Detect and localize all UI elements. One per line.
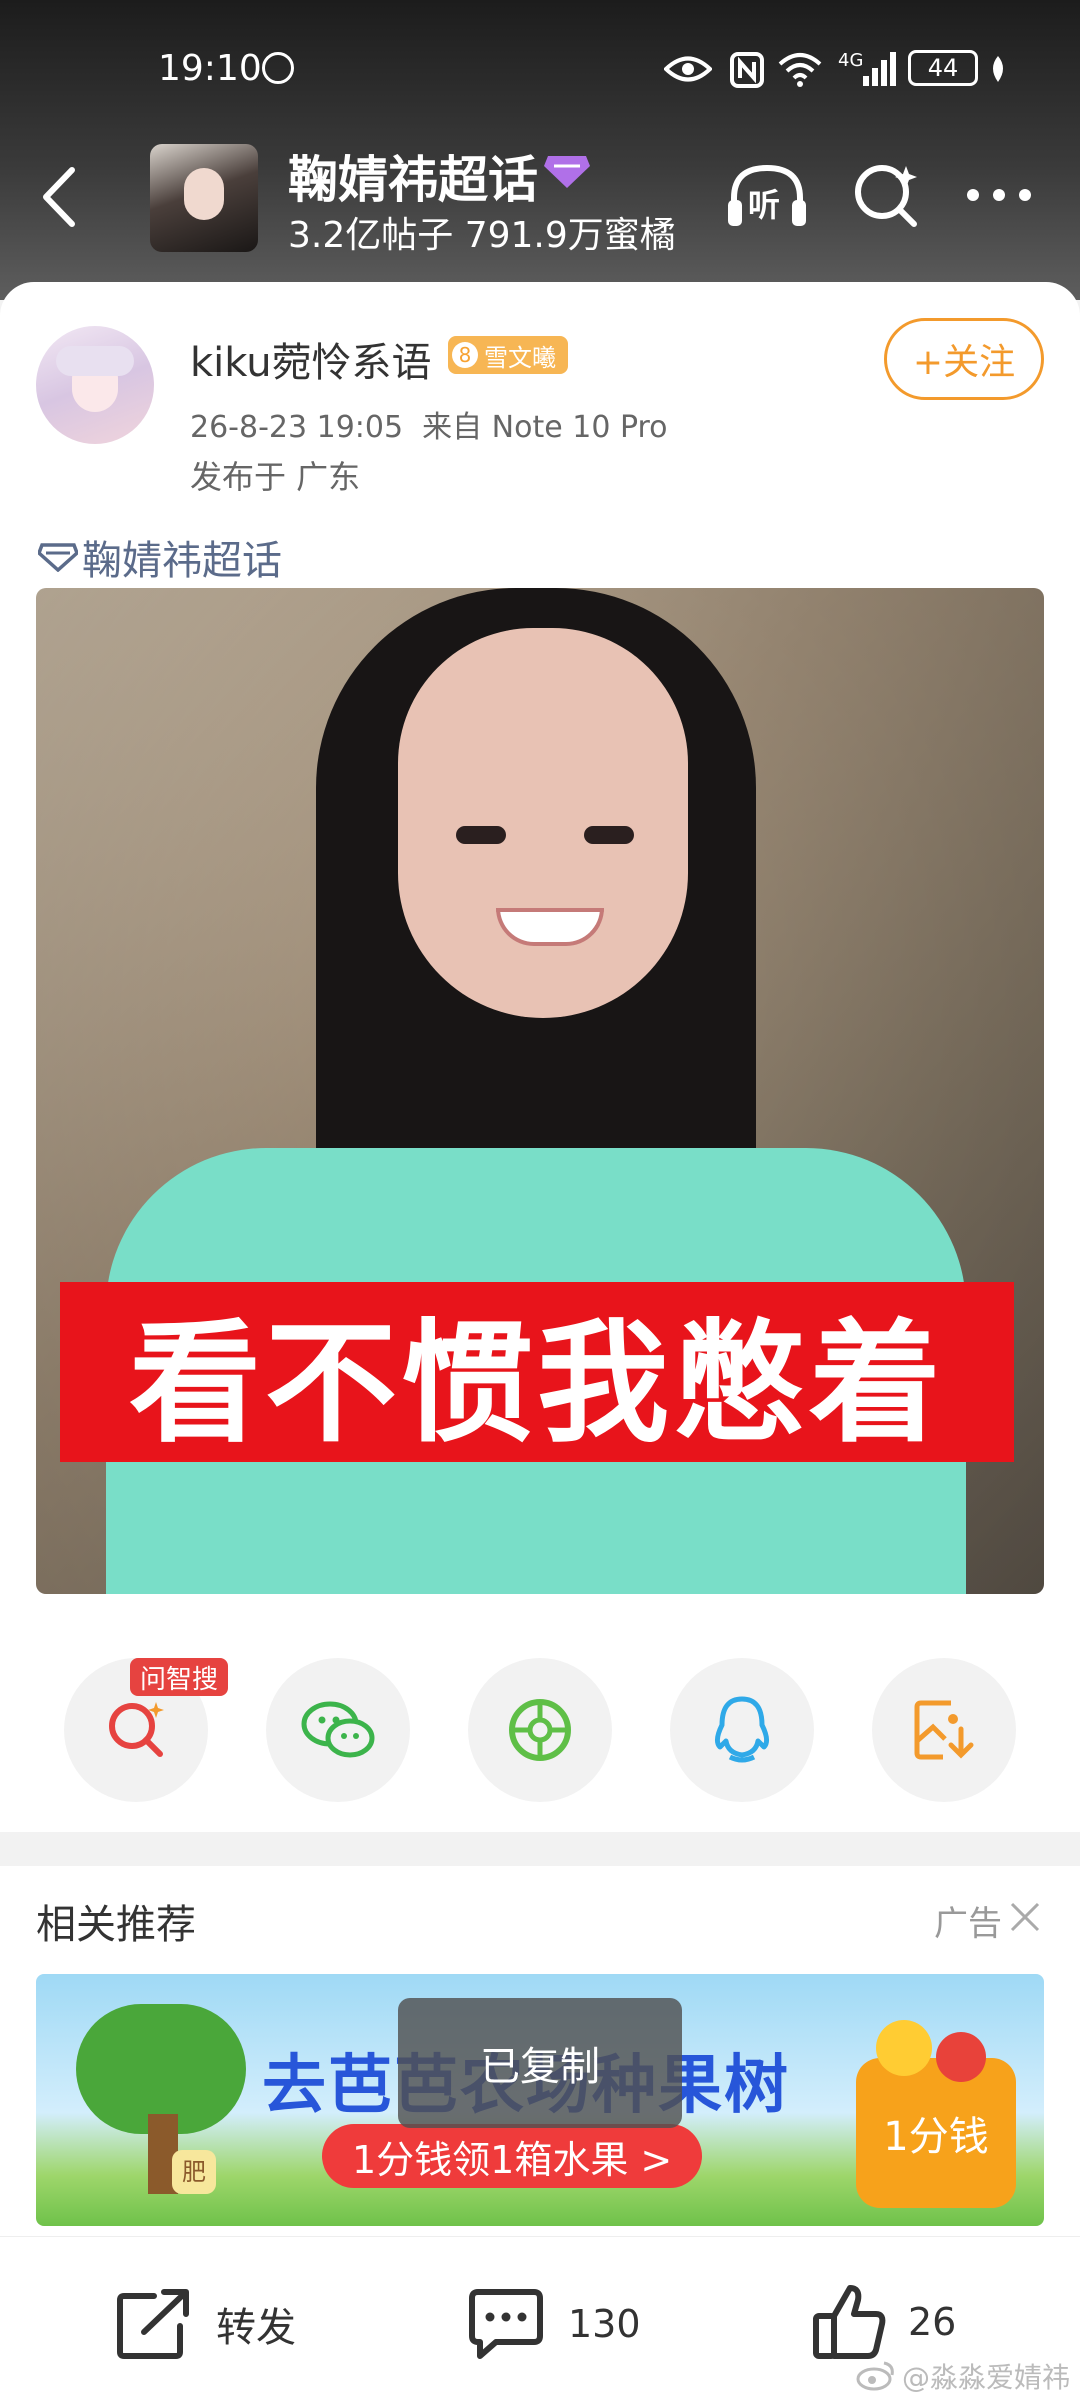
post-location: 发布于 广东 [190,458,361,496]
orange-fruit-icon [876,2020,932,2076]
like-count: 26 [908,2300,957,2344]
more-options-icon[interactable] [964,186,1034,208]
badge-text: 雪文曦 [484,343,556,372]
image-caption-bar: 看不惯我憋着 [60,1282,1014,1462]
eye-icon [663,54,713,88]
qq-icon [714,1696,770,1763]
follow-button[interactable]: +关注 [884,318,1044,400]
share-moments-button[interactable] [468,1658,612,1802]
save-image-icon [914,1700,974,1760]
ad-cta-button[interactable]: 1分钱领1箱水果 > [322,2124,703,2188]
listen-button[interactable]: 听 [726,160,808,232]
save-image-button[interactable] [872,1658,1016,1802]
signal-icon [862,50,898,92]
leaf-icon [988,54,1008,88]
ad-label: 广告 [934,1904,1002,1944]
close-ad-icon[interactable] [1008,1900,1042,1938]
supertopic-avatar[interactable] [150,144,258,252]
ai-search-icon [109,1702,164,1757]
post-meta: 26-8-23 19:05 来自 Note 10 Pro [190,410,668,445]
topic-link[interactable]: 鞠婧祎超话 [38,528,282,586]
comment-button[interactable]: 130 [466,2286,641,2362]
comment-icon [469,2289,543,2359]
related-title: 相关推荐 [36,1902,196,1948]
topic-diamond-icon [38,543,78,572]
photo-face [398,628,688,1018]
watermark: @淼淼爱婧祎 [856,2356,1070,2396]
copied-toast: 已复制 [398,1998,682,2128]
thumbs-up-icon [813,2285,886,2359]
status-time: 19:10 [158,48,262,89]
user-avatar[interactable] [36,326,154,444]
topic-label: 鞠婧祎超话 [82,538,282,584]
search-icon[interactable] [852,160,922,234]
repost-button[interactable]: 转发 [114,2286,296,2362]
repost-icon [117,2289,189,2359]
comment-count: 130 [568,2302,641,2346]
back-button[interactable] [36,164,82,234]
apple-fruit-icon [936,2032,986,2082]
fan-level-badge: 8 雪文曦 [448,336,568,374]
weibo-logo-icon [856,2361,894,2391]
listen-label: 听 [748,186,781,224]
ad-price-tag: 1分钱 [856,2058,1016,2208]
diamond-badge-icon [542,152,592,194]
moments-icon [509,1699,571,1761]
image-caption: 看不惯我憋着 [129,1306,945,1461]
supertopic-stats: 3.2亿帖子 791.9万蜜橘 [288,215,676,256]
supertopic-title[interactable]: 鞠婧祎超话 [288,140,538,212]
like-button[interactable]: 26 [812,2282,956,2362]
watermark-text: @淼淼爱婧祎 [902,2361,1071,2394]
notification-icon [262,52,294,84]
username[interactable]: kiku菀怜系语 [190,330,432,388]
share-wechat-button[interactable] [266,1658,410,1802]
repost-label: 转发 [216,2305,296,2351]
wifi-icon [776,50,824,92]
wechat-icon [301,1701,375,1758]
fertilizer-icon: 肥 [172,2150,216,2194]
post-image[interactable]: 看不惯我憋着 [36,588,1044,1594]
nfc-icon [730,52,764,92]
share-qq-button[interactable] [670,1658,814,1802]
header: 19:10 4G 44 鞠婧祎超话 3.2亿帖子 791.9万蜜橘 听 [0,0,1080,300]
ai-search-badge: 问智搜 [130,1658,229,1696]
battery-icon: 44 [908,50,978,86]
network-label: 4G [838,50,864,71]
badge-level: 8 [452,342,478,368]
